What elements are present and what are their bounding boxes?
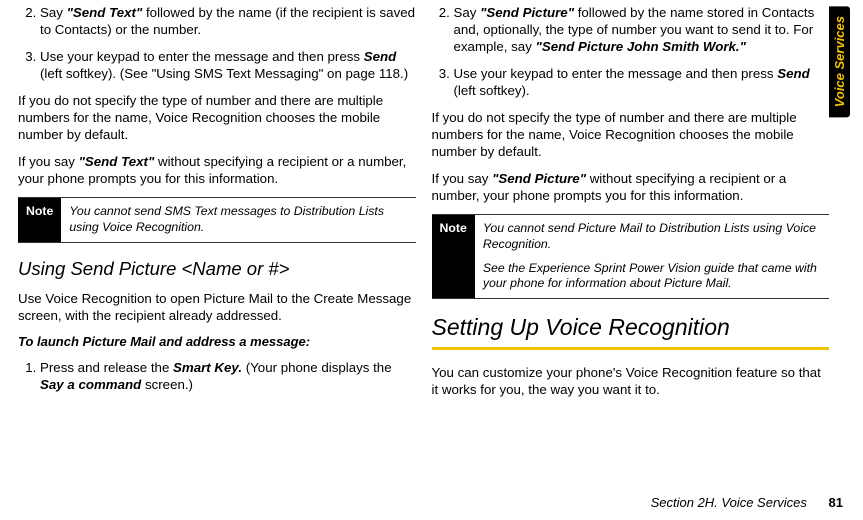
say-send-text: "Send Text" <box>79 154 155 169</box>
left-desc: Use Voice Recognition to open Picture Ma… <box>18 290 416 324</box>
note-body: You cannot send Picture Mail to Distribu… <box>475 215 829 298</box>
left-note: Note You cannot send SMS Text messages t… <box>18 197 416 242</box>
note-label: Note <box>18 198 61 241</box>
page: Say "Send Text" followed by the name (if… <box>0 0 863 520</box>
right-step-3: Use your keypad to enter the message and… <box>454 65 830 99</box>
left-step-2: Say "Send Text" followed by the name (if… <box>40 4 416 38</box>
say-send-picture: "Send Picture" <box>492 171 586 186</box>
section-tab: Voice Services <box>829 6 850 117</box>
left-step-3: Use your keypad to enter the message and… <box>40 48 416 82</box>
pm-step-1: Press and release the Smart Key. (Your p… <box>40 359 416 393</box>
text: Use your keypad to enter the message and… <box>454 66 778 81</box>
right-step-2: Say "Send Picture" followed by the name … <box>454 4 830 55</box>
left-para-prompt: If you say "Send Text" without specifyin… <box>18 153 416 187</box>
left-steps-continued: Say "Send Text" followed by the name (if… <box>18 4 416 82</box>
text: Press and release the <box>40 360 173 375</box>
right-steps-continued: Say "Send Picture" followed by the name … <box>432 4 830 99</box>
text: If you say <box>18 154 79 169</box>
left-para-default-number: If you do not specify the type of number… <box>18 92 416 143</box>
yellow-divider <box>432 347 830 350</box>
text: Use your keypad to enter the message and… <box>40 49 364 64</box>
sidebar: Voice Services <box>829 4 853 512</box>
right-column: Say "Send Picture" followed by the name … <box>428 4 830 512</box>
note-text-1: You cannot send Picture Mail to Distribu… <box>483 221 821 252</box>
right-note: Note You cannot send Picture Mail to Dis… <box>432 214 830 299</box>
text: Say <box>454 5 481 20</box>
say-a-command: Say a command <box>40 377 141 392</box>
note-body: You cannot send SMS Text messages to Dis… <box>61 198 415 241</box>
say-send-picture: "Send Picture" <box>480 5 574 20</box>
footer-section: Section 2H. Voice Services <box>651 495 807 510</box>
footer-page-number: 81 <box>829 495 843 510</box>
right-para-default-number: If you do not specify the type of number… <box>432 109 830 160</box>
text: (left softkey). (See "Using SMS Text Mes… <box>40 66 408 81</box>
heading-send-picture: Using Send Picture <Name or #> <box>18 257 416 281</box>
send-key: Send <box>364 49 397 64</box>
text: (left softkey). <box>454 83 530 98</box>
say-send-text: "Send Text" <box>67 5 143 20</box>
send-key: Send <box>777 66 810 81</box>
left-column: Say "Send Text" followed by the name (if… <box>18 4 428 512</box>
text: (Your phone displays the <box>242 360 392 375</box>
note-label: Note <box>432 215 475 298</box>
heading-setting-up: Setting Up Voice Recognition <box>432 313 830 342</box>
smart-key: Smart Key. <box>173 360 242 375</box>
note-text: You cannot send SMS Text messages to Dis… <box>69 204 407 235</box>
text: screen.) <box>141 377 193 392</box>
procedure-lead: To launch Picture Mail and address a mes… <box>18 334 416 351</box>
text: If you say <box>432 171 493 186</box>
text: Say <box>40 5 67 20</box>
note-text-2: See the Experience Sprint Power Vision g… <box>483 261 821 292</box>
picture-mail-steps: Press and release the Smart Key. (Your p… <box>18 359 416 393</box>
footer: Section 2H. Voice Services 81 <box>18 495 843 510</box>
right-desc: You can customize your phone's Voice Rec… <box>432 364 830 398</box>
say-send-picture-example: "Send Picture John Smith Work." <box>536 39 746 54</box>
right-para-prompt: If you say "Send Picture" without specif… <box>432 170 830 204</box>
